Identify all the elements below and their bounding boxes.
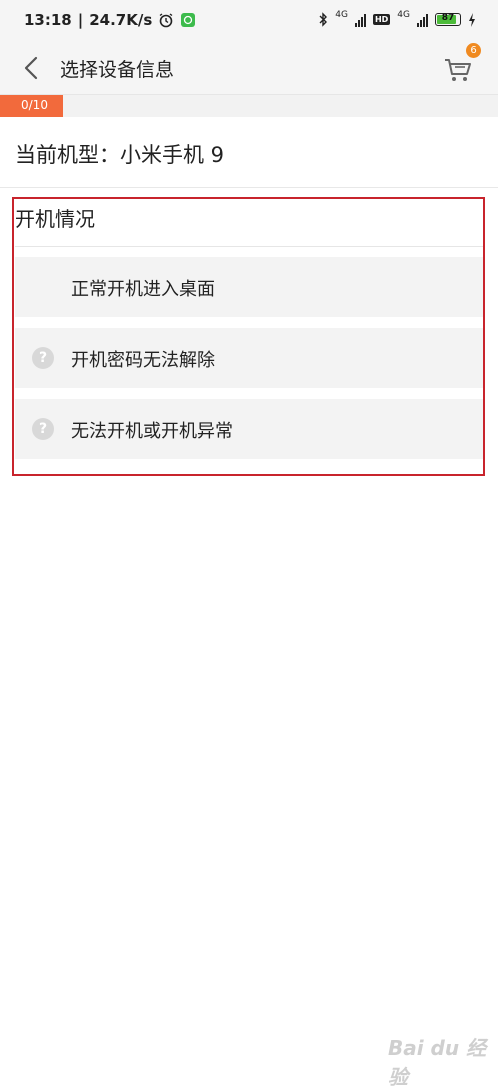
- wechat-icon: [181, 13, 196, 27]
- status-right: 4G HD 4G 87: [318, 9, 476, 27]
- signal1-icon: [354, 13, 366, 27]
- status-bar: 13:18 | 24.7K/s 4G HD 4G 87: [0, 0, 498, 42]
- watermark: Bai du 经验: [388, 1036, 487, 1089]
- divider: [0, 187, 498, 188]
- nav-bar: 选择设备信息: [0, 42, 498, 95]
- current-model: 当前机型：小米手机 9: [15, 143, 225, 167]
- battery-icon: 87: [435, 13, 461, 26]
- signal2-label: 4G: [397, 9, 410, 20]
- section-title: 开机情况: [15, 207, 95, 231]
- back-arrow-icon[interactable]: [20, 55, 44, 81]
- cart-icon[interactable]: [442, 54, 474, 84]
- bluetooth-icon: [319, 12, 328, 27]
- status-time: 13:18: [24, 11, 72, 29]
- progress-bar: 0/10: [0, 95, 498, 117]
- help-icon[interactable]: ?: [32, 347, 54, 369]
- progress-text: 0/10: [21, 98, 48, 112]
- divider: [15, 246, 483, 247]
- option-normal-boot[interactable]: 正常开机进入桌面: [15, 257, 483, 317]
- option-label: 正常开机进入桌面: [71, 279, 215, 300]
- status-separator: |: [77, 11, 84, 29]
- cart-badge: 6: [466, 43, 481, 58]
- status-left: 13:18 | 24.7K/s: [24, 11, 196, 29]
- network-speed: 24.7K/s: [89, 11, 153, 29]
- signal2-icon: [417, 13, 428, 27]
- page-title: 选择设备信息: [60, 59, 175, 81]
- help-icon[interactable]: ?: [32, 418, 54, 440]
- option-password-locked[interactable]: ? 开机密码无法解除: [15, 328, 483, 388]
- alarm-icon: [159, 13, 173, 28]
- charging-icon: [469, 12, 475, 27]
- option-cannot-boot[interactable]: ? 无法开机或开机异常: [15, 399, 483, 459]
- option-label: 无法开机或开机异常: [71, 421, 233, 442]
- option-label: 开机密码无法解除: [71, 350, 215, 371]
- battery-level: 87: [441, 13, 455, 23]
- hd-badge: HD: [372, 14, 391, 25]
- signal1-label: 4G: [335, 9, 348, 20]
